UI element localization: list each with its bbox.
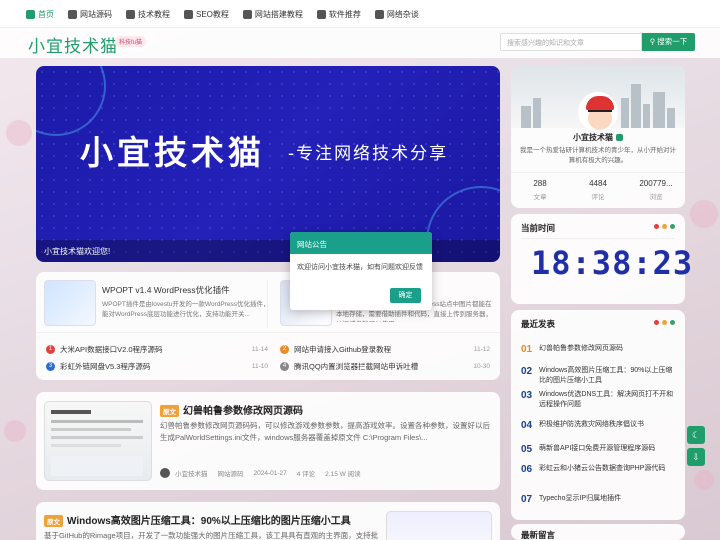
banner-subtitle: -专注网络技术分享 [288,144,449,164]
seo-icon [184,9,193,19]
cloud-icon [316,9,326,19]
site-logo[interactable]: 小宜技术猫 [28,32,118,57]
list-item[interactable]: 01 幻兽帕鲁参数修改网页源码 [521,344,679,355]
post-thumbnail[interactable] [44,401,152,481]
profile-name: 小宜技术猫 [511,132,685,143]
nav-item-home[interactable]: 首页 [26,9,54,20]
window-dots [651,224,675,229]
dark-mode-button[interactable]: ☾ [687,426,705,444]
nav-item-software[interactable]: 软件推荐 [316,9,361,20]
divider [36,332,500,333]
post-title[interactable]: 原文 Windows高效图片压缩工具：90%以上压缩比的图片压缩小工具 [44,512,351,528]
list-item[interactable]: 03 Windows优选DNS工具：解决网页打不开和远程操作问题 [521,390,679,410]
divider [267,280,268,328]
list-item[interactable]: 02 Windows高效图片压缩工具：90%以上压缩比的图片压缩小工具 [521,366,679,386]
profile-stats: 288 文章 4484 评论 200779... 浏览 [511,172,685,208]
globe-icon [242,9,252,19]
rank-badge: 3 [46,362,55,371]
stat-views: 200779... 浏览 [639,179,673,201]
post-meta: 小宜技术猫 网站源码 2024-01-27 4 评论 2.15 W 阅读 [160,468,371,478]
moon-icon: ☾ [691,430,701,440]
post-tag: 原文 [160,405,179,418]
background-blossom [690,200,718,228]
post-thumbnail[interactable] [386,511,492,540]
profile-description: 我是一个热爱钻研计算机技术的青少年，从小开始对计算机有极大的兴趣。 [520,147,676,164]
announcement-modal: 网站公告 欢迎访问小宜技术猫，如有问题欢迎反馈 确定 [290,232,432,310]
search-button[interactable]: ⚲ 搜索一下 [642,33,695,51]
avatar[interactable] [578,92,618,132]
verified-icon [616,134,623,142]
avatar[interactable] [160,468,170,478]
list-item[interactable]: 06 彩虹云和小猪云公告数据查询PHP源代码 [521,464,679,475]
comments-widget: 最新留言 [511,524,685,540]
post-views: 2.15 W 阅读 [325,471,361,478]
rank-badge: 1 [46,345,55,354]
post-tag: 原文 [44,515,63,528]
nav-item-source-code[interactable]: 网站源码 [68,9,112,20]
featured-title[interactable]: WPOPT v1.4 WordPress优化插件 [102,284,230,296]
chat-icon [374,9,384,19]
post-comments: 4 评论 [296,471,316,478]
nav-item-site-building[interactable]: 网站搭建教程 [242,9,303,20]
featured-excerpt: WPOPT插件是由lovestu开发的一款WordPress优化插件，能对Wor… [102,301,270,318]
widget-title: 最近发表 [521,319,556,329]
search-input[interactable]: 搜索感兴趣的知识和文章 [500,33,642,51]
background-blossom [4,420,26,442]
banner-title: 小宜技术猫 [80,133,265,172]
download-button[interactable]: ⇩ [687,448,705,466]
profile-card: 小宜技术猫 我是一个热爱钻研计算机技术的青少年，从小开始对计算机有极大的兴趣。 … [511,66,685,208]
post-category[interactable]: 网站源码 [218,468,244,478]
nav-item-tutorials[interactable]: 技术教程 [126,9,170,20]
post-card: 原文 幻兽帕鲁参数修改网页源码 幻兽帕鲁参数修改网页源码码，可以修改游戏参数参数，… [36,392,500,490]
nav-item-seo[interactable]: SEO教程 [184,9,229,20]
post-card: 原文 Windows高效图片压缩工具：90%以上压缩比的图片压缩小工具 基于Git… [36,502,500,540]
list-item[interactable]: 07 Typecho显示IP归属地插件 [521,494,679,505]
rank-badge: 4 [280,362,289,371]
book-icon [126,9,135,19]
logo-badge: 科技fu猫 [115,36,147,47]
featured-thumbnail[interactable] [44,280,96,326]
background-blossom [6,120,32,146]
list-item[interactable]: 05 萌新兽API接口免费开源管理程序源码 [521,444,679,455]
post-date: 2024-01-27 [253,469,287,477]
rank-badge: 2 [280,345,289,354]
post-excerpt: 幻兽帕鲁参数修改网页源码码，可以修改游戏参数参数，提高游戏效率。设置各种参数，设… [160,421,490,442]
list-item[interactable]: 04 积极维护防洗救灾网络秩序倡议书 [521,420,679,431]
clock-widget: 当前时间 18:38:23 [511,214,692,304]
top-navigation: 首页 网站源码 技术教程 SEO教程 网站搭建教程 软件推荐 网络杂谈 [0,0,720,28]
stat-articles: 288 文章 [533,179,547,201]
list-item[interactable]: 3 彩虹外链网盘V5.3程序源码 11-10 [46,361,268,372]
code-icon [68,9,77,19]
modal-title: 网站公告 [290,232,432,254]
home-icon [26,9,35,19]
list-item[interactable]: 1 大米API数据接口V2.0程序源码 11-14 [46,344,268,355]
window-dots [651,320,675,325]
stat-comments: 4484 评论 [589,179,607,201]
modal-body: 欢迎访问小宜技术猫，如有问题欢迎反馈 [297,264,423,271]
post-excerpt: 基于GitHub的Rimage项目，开发了一款功能强大的图片压缩工具，该工具具有… [44,531,379,540]
list-item[interactable]: 2 网站申请接入Github登录教程 11-12 [280,344,490,355]
post-title[interactable]: 原文 幻兽帕鲁参数修改网页源码 [160,402,303,418]
widget-title: 当前时间 [521,223,556,233]
post-author[interactable]: 小宜技术猫 [175,468,208,478]
nav-item-talk[interactable]: 网络杂谈 [374,9,419,20]
confirm-button[interactable]: 确定 [390,288,421,303]
widget-title: 最新留言 [521,530,556,540]
recent-posts-widget: 最近发表 01 幻兽帕鲁参数修改网页源码 02 Windows高效图片压缩工具：90… [511,310,685,520]
download-icon: ⇩ [692,452,700,462]
current-time: 18:38:23 [531,244,694,282]
background-blossom [694,470,714,490]
list-item[interactable]: 4 腾讯QQ内置浏览器拦截网站申诉吐槽 10-30 [280,361,490,372]
